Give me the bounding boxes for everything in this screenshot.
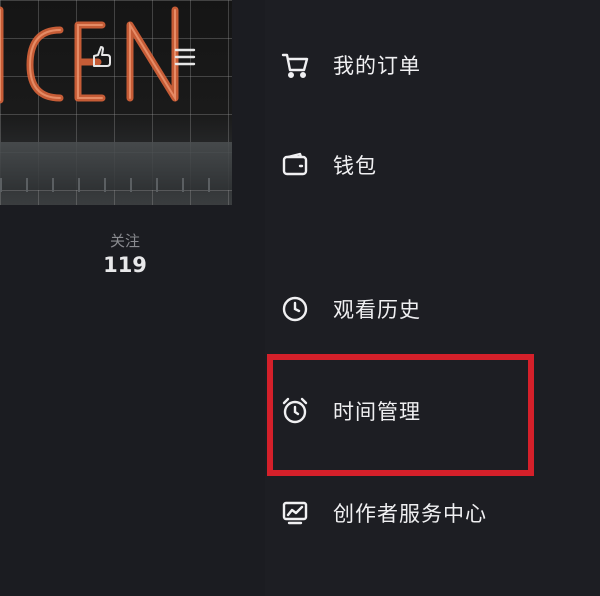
menu-item-wallet[interactable]: 钱包 (265, 140, 600, 190)
wallet-icon (279, 149, 311, 181)
profile-page: 关注 119 (0, 0, 265, 596)
profile-banner-image (0, 0, 265, 205)
menu-item-creator-service-center[interactable]: 创作者服务中心 (265, 488, 600, 538)
creator-chart-icon (279, 497, 311, 529)
follow-label: 关注 (109, 232, 140, 250)
menu-hamburger-icon[interactable] (170, 42, 200, 72)
menu-item-my-orders[interactable]: 我的订单 (265, 40, 600, 90)
clock-icon (279, 293, 311, 325)
menu-item-watch-history[interactable]: 观看历史 (265, 284, 600, 334)
menu-item-label: 我的订单 (333, 54, 421, 78)
highlight-annotation-box (267, 354, 534, 476)
banner-shelf-lines (0, 178, 240, 192)
menu-item-label: 观看历史 (333, 298, 421, 322)
side-drawer-menu: 我的订单 钱包 观看历史 时间管理 创作者服务中心 (265, 0, 600, 596)
cart-icon (279, 49, 311, 81)
follow-stat[interactable]: 关注 119 (88, 230, 162, 277)
menu-item-label: 创作者服务中心 (333, 502, 487, 526)
menu-item-label: 钱包 (333, 154, 377, 178)
pointer-hand-icon[interactable] (88, 42, 118, 72)
follow-count: 119 (103, 253, 147, 277)
drawer-shadow-edge (232, 0, 265, 205)
